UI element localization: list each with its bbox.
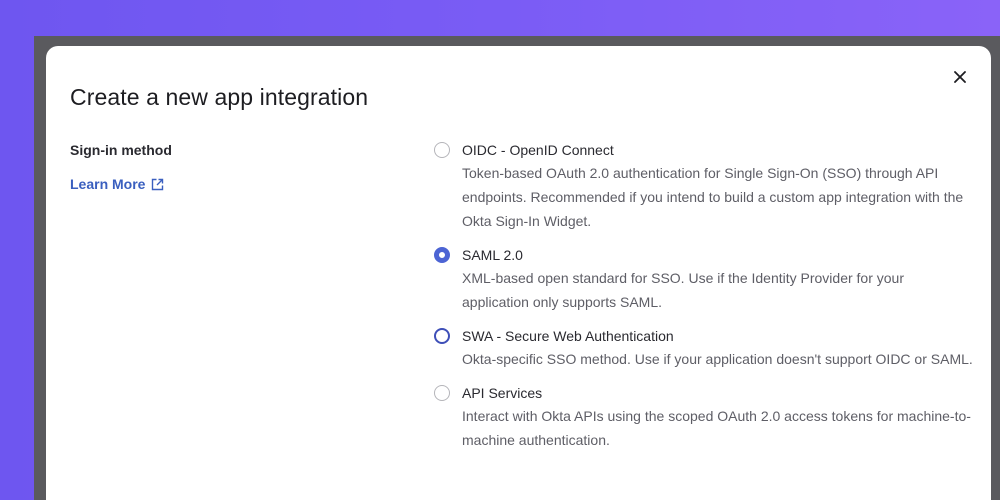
radio-swa[interactable] [434,328,450,344]
radio-saml[interactable] [434,247,450,263]
dialog-title: Create a new app integration [70,84,369,110]
option-swa[interactable]: SWA - Secure Web Authentication Okta-spe… [434,326,974,371]
learn-more-link[interactable]: Learn More [70,176,164,192]
option-oidc-text: OIDC - OpenID Connect Token-based OAuth … [462,140,974,233]
option-title: SAML 2.0 [462,247,523,263]
radio-oidc[interactable] [434,142,450,158]
create-app-integration-dialog: Create a new app integration Sign-in met… [46,46,991,500]
option-title: OIDC - OpenID Connect [462,142,614,158]
option-title: SWA - Secure Web Authentication [462,328,674,344]
option-description: Token-based OAuth 2.0 authentication for… [462,165,964,229]
option-saml[interactable]: SAML 2.0 XML-based open standard for SSO… [434,245,974,314]
option-saml-text: SAML 2.0 XML-based open standard for SSO… [462,245,974,314]
option-description: XML-based open standard for SSO. Use if … [462,270,904,310]
radio-api-services[interactable] [434,385,450,401]
option-oidc[interactable]: OIDC - OpenID Connect Token-based OAuth … [434,140,974,233]
learn-more-label: Learn More [70,176,146,192]
option-api-services-text: API Services Interact with Okta APIs usi… [462,383,974,452]
option-title: API Services [462,385,543,401]
sign-in-method-label: Sign-in method [70,142,172,158]
sign-in-method-options: OIDC - OpenID Connect Token-based OAuth … [434,140,974,464]
option-description: Interact with Okta APIs using the scoped… [462,408,971,448]
close-button[interactable] [950,66,970,88]
external-link-icon [152,178,164,190]
option-swa-text: SWA - Secure Web Authentication Okta-spe… [462,326,974,371]
close-icon [954,71,966,83]
option-api-services[interactable]: API Services Interact with Okta APIs usi… [434,383,974,452]
option-description: Okta-specific SSO method. Use if your ap… [462,351,973,367]
